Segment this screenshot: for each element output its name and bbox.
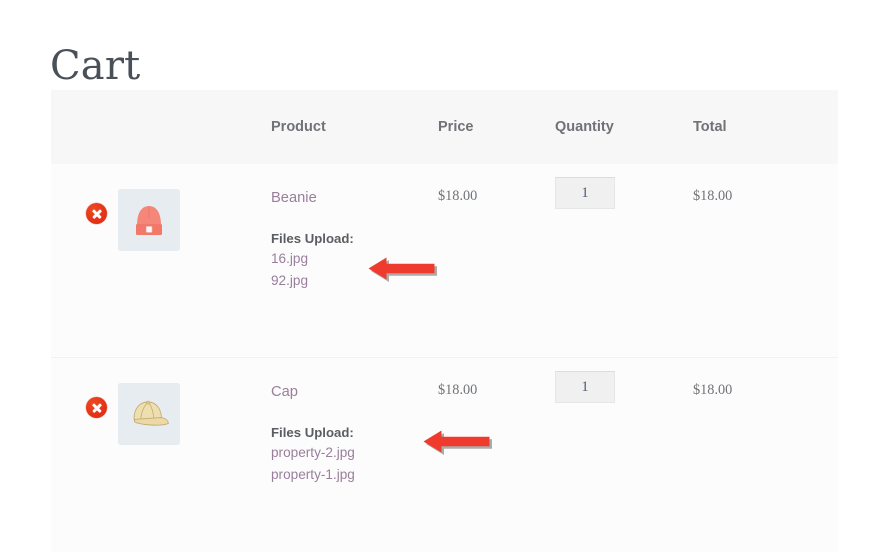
beanie-hat-thumbnail[interactable] <box>118 189 180 251</box>
product-link[interactable]: Cap <box>271 382 438 402</box>
total-cell: $18.00 <box>693 164 838 358</box>
quantity-cell: 1 <box>555 358 693 552</box>
thumbnail-cell <box>117 358 271 552</box>
header-thumbnail <box>117 90 271 164</box>
header-price: Price <box>438 90 555 164</box>
remove-circle-x-icon[interactable] <box>86 203 107 224</box>
total-cell: $18.00 <box>693 358 838 552</box>
uploaded-file-link[interactable]: 92.jpg <box>271 270 438 292</box>
quantity-cell: 1 <box>555 164 693 358</box>
table-row: Beanie Files Upload: 16.jpg 92.jpg $18.0… <box>51 164 838 358</box>
baseball-cap-icon <box>118 383 180 445</box>
quantity-input[interactable]: 1 <box>555 371 615 403</box>
beanie-hat-icon <box>118 189 180 251</box>
product-cell: Beanie Files Upload: 16.jpg 92.jpg <box>271 164 438 358</box>
files-upload-label: Files Upload: <box>271 229 438 248</box>
table-header-row: Product Price Quantity Total <box>51 90 838 164</box>
cart-table: Product Price Quantity Total <box>51 90 838 552</box>
files-upload-label: Files Upload: <box>271 423 438 442</box>
header-product: Product <box>271 90 438 164</box>
header-total: Total <box>693 90 838 164</box>
cart-page: Cart Product Price Quantity Total <box>0 0 879 517</box>
uploaded-file-link[interactable]: property-2.jpg <box>271 442 438 464</box>
baseball-cap-thumbnail[interactable] <box>118 383 180 445</box>
header-quantity: Quantity <box>555 90 693 164</box>
remove-cell <box>51 358 117 552</box>
uploaded-file-link[interactable]: property-1.jpg <box>271 464 438 486</box>
header-remove <box>51 90 117 164</box>
remove-cell <box>51 164 117 358</box>
table-row: Cap Files Upload: property-2.jpg propert… <box>51 358 838 552</box>
price-cell: $18.00 <box>438 164 555 358</box>
remove-circle-x-icon[interactable] <box>86 397 107 418</box>
product-cell: Cap Files Upload: property-2.jpg propert… <box>271 358 438 552</box>
thumbnail-cell <box>117 164 271 358</box>
uploaded-file-link[interactable]: 16.jpg <box>271 248 438 270</box>
page-title: Cart <box>50 41 140 91</box>
product-link[interactable]: Beanie <box>271 188 438 208</box>
quantity-input[interactable]: 1 <box>555 177 615 209</box>
price-cell: $18.00 <box>438 358 555 552</box>
